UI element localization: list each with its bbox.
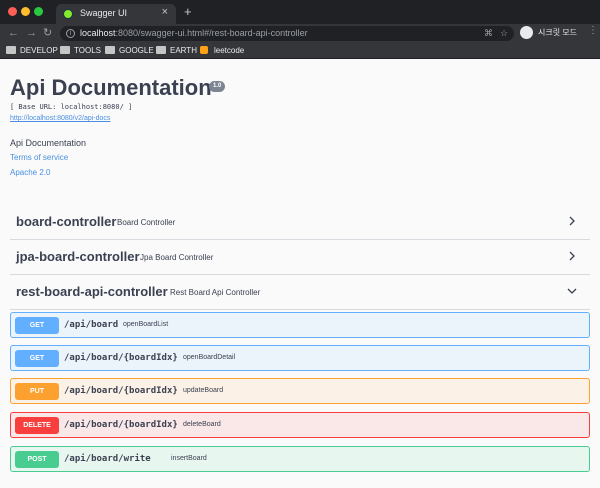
tag-name: board-controller (16, 214, 117, 229)
maximize-window-button[interactable] (34, 7, 43, 16)
operation-get-api-board-boardidx[interactable]: GET /api/board/{boardIdx} openBoardDetai… (10, 345, 590, 371)
profile-label: 시크릿 모드 (538, 28, 578, 37)
leetcode-icon (200, 46, 208, 54)
bookmark-label: leetcode (214, 46, 245, 55)
tag-board-controller[interactable]: board-controller Board Controller (10, 204, 590, 240)
chevron-right-icon[interactable] (566, 250, 578, 262)
operation-path: /api/board (64, 320, 119, 330)
method-badge: PUT (15, 383, 59, 400)
swagger-favicon-icon (63, 9, 73, 19)
method-badge: GET (15, 350, 59, 367)
back-arrow-icon[interactable]: ← (8, 26, 19, 40)
operation-delete-api-board-boardidx[interactable]: DELETE /api/board/{boardIdx} deleteBoard (10, 412, 590, 438)
operation-path: /api/board/{boardIdx} (64, 386, 178, 396)
operation-path: /api/board/write (64, 454, 151, 464)
forward-arrow-icon[interactable]: → (26, 26, 37, 40)
api-description: Api Documentation (10, 138, 87, 148)
bookmark-label: EARTH (170, 46, 197, 55)
bookmarks-bar: DEVELOP TOOLS GOOGLE EARTH leetcode (0, 42, 600, 59)
method-badge: DELETE (15, 417, 59, 434)
browser-titlebar: Swagger UI × + (0, 0, 600, 24)
chevron-down-icon[interactable] (566, 285, 578, 297)
method-badge: POST (15, 451, 59, 468)
translate-icon[interactable]: ⌘ (484, 28, 493, 39)
tag-description: Board Controller (117, 218, 176, 227)
bookmark-label: GOOGLE (119, 46, 154, 55)
api-title: Api Documentation (10, 75, 212, 100)
operation-summary: deleteBoard (183, 421, 221, 428)
folder-icon (6, 46, 16, 54)
operation-summary: openBoardList (123, 321, 169, 328)
folder-icon (60, 46, 70, 54)
operation-path: /api/board/{boardIdx} (64, 353, 178, 363)
operation-summary: updateBoard (183, 387, 224, 394)
base-url: [ Base URL: localhost:8080/ ] (10, 103, 133, 111)
browser-tab[interactable]: Swagger UI × (56, 4, 176, 24)
operation-path: /api/board/{boardIdx} (64, 420, 178, 430)
tag-name: jpa-board-controller (16, 249, 140, 264)
operation-post-api-board-write[interactable]: POST /api/board/write insertBoard (10, 446, 590, 472)
url-text[interactable]: localhost:8080/swagger-ui.html#/rest-boa… (80, 28, 308, 38)
close-window-button[interactable] (8, 7, 17, 16)
minimize-window-button[interactable] (21, 7, 30, 16)
bookmark-star-icon[interactable]: ☆ (500, 28, 508, 39)
tab-title: Swagger UI (80, 8, 128, 18)
version-badge: 1.0 (209, 81, 226, 92)
browser-menu-icon[interactable]: ⋮ (588, 25, 598, 36)
browser-toolbar: ← → ↻ i localhost:8080/swagger-ui.html#/… (0, 24, 600, 42)
terms-of-service-link[interactable]: Terms of service (10, 153, 68, 162)
operation-put-api-board-boardidx[interactable]: PUT /api/board/{boardIdx} updateBoard (10, 378, 590, 404)
folder-icon (105, 46, 115, 54)
operation-summary: openBoardDetail (183, 354, 236, 361)
bookmark-label: TOOLS (74, 46, 101, 55)
tab-close-icon[interactable]: × (162, 6, 168, 18)
bookmark-label: DEVELOP (20, 46, 58, 55)
method-badge: GET (15, 317, 59, 334)
incognito-avatar-icon (520, 26, 533, 39)
info-icon[interactable]: i (66, 29, 75, 38)
tag-rest-board-api-controller[interactable]: rest-board-api-controller Rest Board Api… (10, 274, 590, 310)
reload-icon[interactable]: ↻ (43, 26, 52, 40)
tag-name: rest-board-api-controller (16, 284, 168, 299)
operation-summary: insertBoard (171, 455, 207, 462)
folder-icon (156, 46, 166, 54)
tag-jpa-board-controller[interactable]: jpa-board-controller Jpa Board Controlle… (10, 239, 590, 275)
license-link[interactable]: Apache 2.0 (10, 168, 50, 177)
tag-description: Jpa Board Controller (140, 253, 214, 262)
address-bar[interactable]: i localhost:8080/swagger-ui.html#/rest-b… (60, 26, 514, 41)
api-docs-link[interactable]: http://localhost:8080/v2/api-docs (10, 115, 110, 122)
tag-description: Rest Board Api Controller (170, 288, 261, 297)
new-tab-button[interactable]: + (184, 4, 192, 19)
operation-get-api-board[interactable]: GET /api/board openBoardList (10, 312, 590, 338)
chevron-right-icon[interactable] (566, 215, 578, 227)
swagger-page: Api Documentation 1.0 [ Base URL: localh… (0, 60, 600, 488)
